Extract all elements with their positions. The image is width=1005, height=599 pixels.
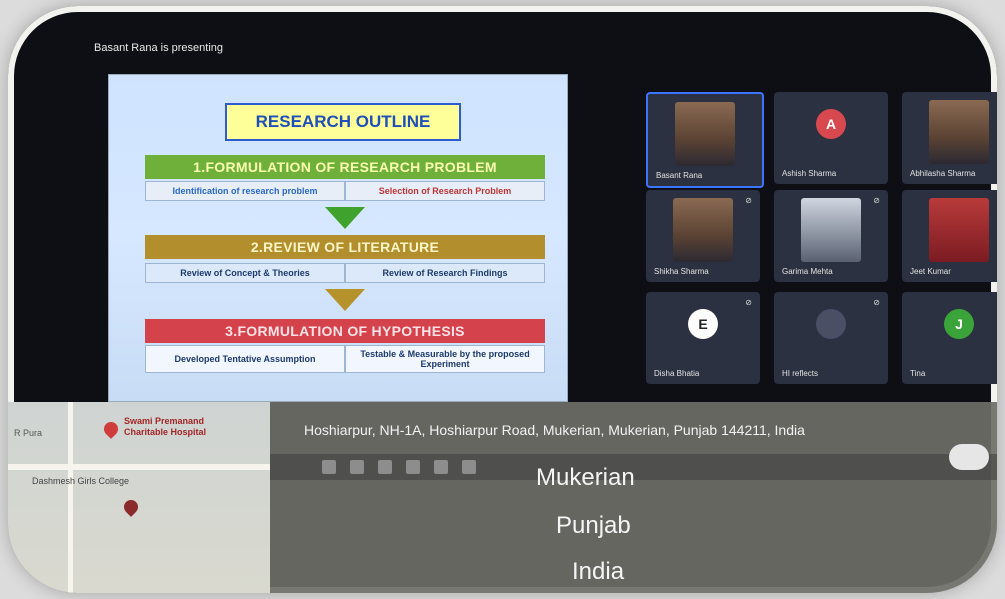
participant-tile[interactable]: A Ashish Sharma [774, 92, 888, 184]
participant-tile[interactable]: ⊘ Shikha Sharma [646, 190, 760, 282]
participant-avatar: E [688, 309, 718, 339]
participant-video [929, 198, 989, 262]
participant-name: Abhilasha Sharma [910, 169, 976, 178]
map-place-label: Dashmesh Girls College [32, 476, 130, 486]
gps-state: Punjab [556, 512, 631, 539]
step2-left: Review of Concept & Theories [145, 263, 345, 283]
map-road [8, 464, 270, 470]
slide-title: RESEARCH OUTLINE [225, 103, 461, 141]
shared-slide: RESEARCH OUTLINE 1.FORMULATION OF RESEAR… [108, 74, 568, 402]
participant-tile[interactable]: ⊘ Garima Mehta [774, 190, 888, 282]
participant-tile[interactable]: ⊘ Jeet Kumar [902, 190, 997, 282]
mic-muted-icon: ⊘ [745, 196, 752, 205]
mic-muted-icon: ⊘ [873, 196, 880, 205]
participant-avatar [816, 309, 846, 339]
gps-city: Mukerian [536, 464, 635, 491]
participant-tile[interactable]: Abhilasha Sharma [902, 92, 997, 184]
step3-right: Testable & Measurable by the proposed Ex… [345, 345, 545, 373]
presenting-label: Basant Rana is presenting [94, 42, 224, 54]
step3-bar: 3.FORMULATION OF HYPOTHESIS [145, 319, 545, 343]
step3-left: Developed Tentative Assumption [145, 345, 345, 373]
step1-bar: 1.FORMULATION OF RESEARCH PROBLEM [145, 155, 545, 179]
mic-muted-icon: ⊘ [873, 298, 880, 307]
participant-name: HI reflects [782, 369, 819, 378]
gps-overlay: Hoshiarpur, NH-1A, Hoshiarpur Road, Muke… [270, 402, 997, 593]
step2-subrow: Review of Concept & Theories Review of R… [145, 263, 545, 283]
participant-avatar: A [816, 109, 846, 139]
gps-address: Hoshiarpur, NH-1A, Hoshiarpur Road, Muke… [304, 422, 805, 438]
participant-video [675, 102, 735, 166]
participant-name: Tina [910, 369, 926, 378]
participant-name: Garima Mehta [782, 267, 833, 276]
down-arrow-icon [325, 207, 365, 229]
down-arrow-icon [325, 289, 365, 311]
step3-subrow: Developed Tentative Assumption Testable … [145, 345, 545, 373]
participant-video [929, 100, 989, 164]
step2-right: Review of Research Findings [345, 263, 545, 283]
map-label: R Pura [14, 428, 43, 438]
participant-tile[interactable]: ⊘ E Disha Bhatia [646, 292, 760, 384]
participant-name: Jeet Kumar [910, 267, 951, 276]
map-thumbnail[interactable]: R Pura Swami Premanand Charitable Hospita… [8, 402, 270, 593]
map-pin-icon [121, 497, 141, 517]
map-road [68, 402, 73, 593]
participant-name: Ashish Sharma [782, 169, 837, 178]
map-place-label: Swami Premanand Charitable Hospital [124, 416, 207, 437]
participant-tile[interactable]: Basant Rana [646, 92, 764, 188]
step2-bar: 2.REVIEW OF LITERATURE [145, 235, 545, 259]
participant-video [801, 198, 861, 262]
participant-avatar: J [944, 309, 974, 339]
participant-name: Basant Rana [656, 171, 703, 180]
step1-subrow: Identification of research problem Selec… [145, 181, 545, 201]
participant-tile[interactable]: ⊘ J Tina [902, 292, 997, 384]
participant-tile[interactable]: ⊘ HI reflects [774, 292, 888, 384]
step1-left: Identification of research problem [145, 181, 345, 201]
step1-right: Selection of Research Problem [345, 181, 545, 201]
participant-name: Disha Bhatia [654, 369, 700, 378]
gps-country: India [572, 558, 625, 585]
participant-name: Shikha Sharma [654, 267, 709, 276]
screenshot-frame: Basant Rana is presenting RESEARCH OUTLI… [8, 6, 997, 593]
mic-muted-icon: ⊘ [745, 298, 752, 307]
participant-video [673, 198, 733, 262]
map-pin-icon [101, 419, 121, 439]
